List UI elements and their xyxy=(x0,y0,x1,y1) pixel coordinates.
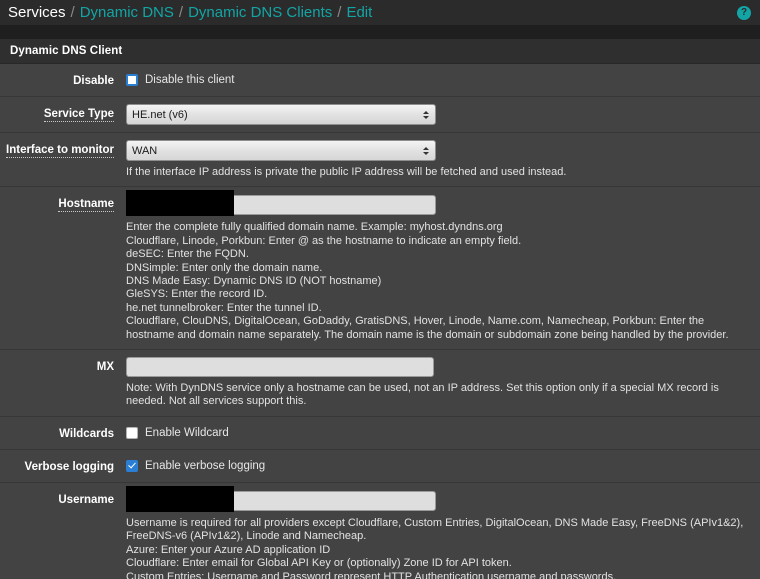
select-wrap-interface: WAN xyxy=(126,140,436,161)
help-line: Cloudflare, ClouDNS, DigitalOcean, GoDad… xyxy=(126,315,729,341)
checkbox-icon-enable-wildcard[interactable] xyxy=(126,426,138,439)
label-service-type: Service Type xyxy=(43,108,114,122)
help-line: Username is required for all providers e… xyxy=(126,516,744,543)
help-line: he.net tunnelbroker: Enter the tunnel ID… xyxy=(126,301,322,314)
label-hostname: Hostname xyxy=(58,198,114,213)
help-line: deSEC: Enter the FQDN. xyxy=(126,248,249,261)
breadcrumb-separator: / xyxy=(178,4,184,21)
header-gap-band xyxy=(0,25,760,39)
control-interface-to-monitor: WAN If the interface IP address is priva… xyxy=(126,140,750,179)
help-line: Azure: Enter your Azure AD application I… xyxy=(126,543,331,556)
checkbox-enable-verbose-logging[interactable]: Enable verbose logging xyxy=(126,457,750,473)
checkbox-label-disable-client[interactable]: Disable this client xyxy=(145,73,234,87)
select-interface-to-monitor[interactable]: WAN xyxy=(126,140,436,161)
select-wrap-service-type: HE.net (v6) xyxy=(126,104,436,125)
breadcrumb-separator: / xyxy=(337,4,342,21)
help-line: Cloudflare: Enter email for Global API K… xyxy=(126,557,512,570)
checkbox-enable-wildcard[interactable]: Enable Wildcard xyxy=(126,424,750,440)
redaction-overlay-username xyxy=(126,485,234,512)
select-service-type[interactable]: HE.net (v6) xyxy=(126,104,436,125)
checkbox-disable-client[interactable]: Disable this client xyxy=(126,71,750,87)
panel-heading: Dynamic DNS Client xyxy=(0,39,760,64)
help-text-username: Username is required for all providers e… xyxy=(126,517,746,579)
help-text-mx: Note: With DynDNS service only a hostnam… xyxy=(126,382,719,408)
checkbox-label-enable-verbose-logging[interactable]: Enable verbose logging xyxy=(145,459,265,473)
breadcrumb: Services / Dynamic DNS / Dynamic DNS Cli… xyxy=(8,4,372,21)
label-disable: Disable xyxy=(73,75,114,87)
control-disable: Disable this client xyxy=(126,71,750,87)
form-row-username: Username Username is required for all pr… xyxy=(0,482,760,579)
form-row-mx: MX Note: With DynDNS service only a host… xyxy=(0,350,760,417)
checkbox-icon-enable-verbose-logging[interactable] xyxy=(126,459,138,472)
form-row-hostname: Hostname Enter the complete fully qualif… xyxy=(0,187,760,351)
help-text-hostname: Enter the complete fully qualified domai… xyxy=(126,221,746,342)
dynamic-dns-client-panel: Dynamic DNS Client Disable Disable this … xyxy=(0,39,760,579)
checkbox-icon-disable-client[interactable] xyxy=(126,74,138,86)
breadcrumb-separator: / xyxy=(70,4,75,21)
hostname-field-group xyxy=(126,190,436,217)
help-text-interface: If the interface IP address is private t… xyxy=(126,166,567,178)
label-interface-to-monitor: Interface to monitor xyxy=(6,144,114,158)
mx-input[interactable] xyxy=(126,357,434,378)
breadcrumb-root: Services xyxy=(8,4,66,21)
label-username: Username xyxy=(58,493,114,506)
help-line: Cloudflare, Linode, Porkbun: Enter @ as … xyxy=(126,234,522,247)
help-line: GleSYS: Enter the record ID. xyxy=(126,288,268,301)
form-row-service-type: Service Type HE.net (v6) xyxy=(0,97,760,133)
control-hostname: Enter the complete fully qualified domai… xyxy=(126,190,750,342)
control-mx: Note: With DynDNS service only a hostnam… xyxy=(126,357,750,409)
help-icon[interactable]: ? xyxy=(737,5,751,20)
control-wildcards: Enable Wildcard xyxy=(126,424,750,440)
control-username: Username is required for all providers e… xyxy=(126,485,750,579)
checkbox-label-enable-wildcard[interactable]: Enable Wildcard xyxy=(145,426,229,440)
form-row-verbose-logging: Verbose logging Enable verbose logging xyxy=(0,449,760,483)
breadcrumb-bar: Services / Dynamic DNS / Dynamic DNS Cli… xyxy=(0,0,760,25)
control-verbose-logging: Enable verbose logging xyxy=(126,457,750,473)
form-row-disable: Disable Disable this client xyxy=(0,64,760,97)
form-row-interface: Interface to monitor WAN If the interfac… xyxy=(0,133,760,188)
control-service-type: HE.net (v6) xyxy=(126,104,750,125)
label-wildcards: Wildcards xyxy=(59,427,114,440)
breadcrumb-link-edit[interactable]: Edit xyxy=(346,4,372,21)
username-field-group xyxy=(126,485,436,512)
breadcrumb-link-dynamic-dns-clients[interactable]: Dynamic DNS Clients xyxy=(188,4,332,21)
help-line: Enter the complete fully qualified domai… xyxy=(126,221,503,234)
breadcrumb-link-dynamic-dns[interactable]: Dynamic DNS xyxy=(80,4,174,21)
help-line: Custom Entries: Username and Password re… xyxy=(126,570,617,579)
form-row-wildcards: Wildcards Enable Wildcard xyxy=(0,416,760,450)
label-mx: MX xyxy=(96,361,114,374)
redaction-overlay-hostname xyxy=(126,190,234,217)
label-verbose-logging: Verbose logging xyxy=(24,460,114,473)
help-line: DNSimple: Enter only the domain name. xyxy=(126,261,323,274)
help-line: DNS Made Easy: Dynamic DNS ID (NOT hostn… xyxy=(126,275,382,288)
